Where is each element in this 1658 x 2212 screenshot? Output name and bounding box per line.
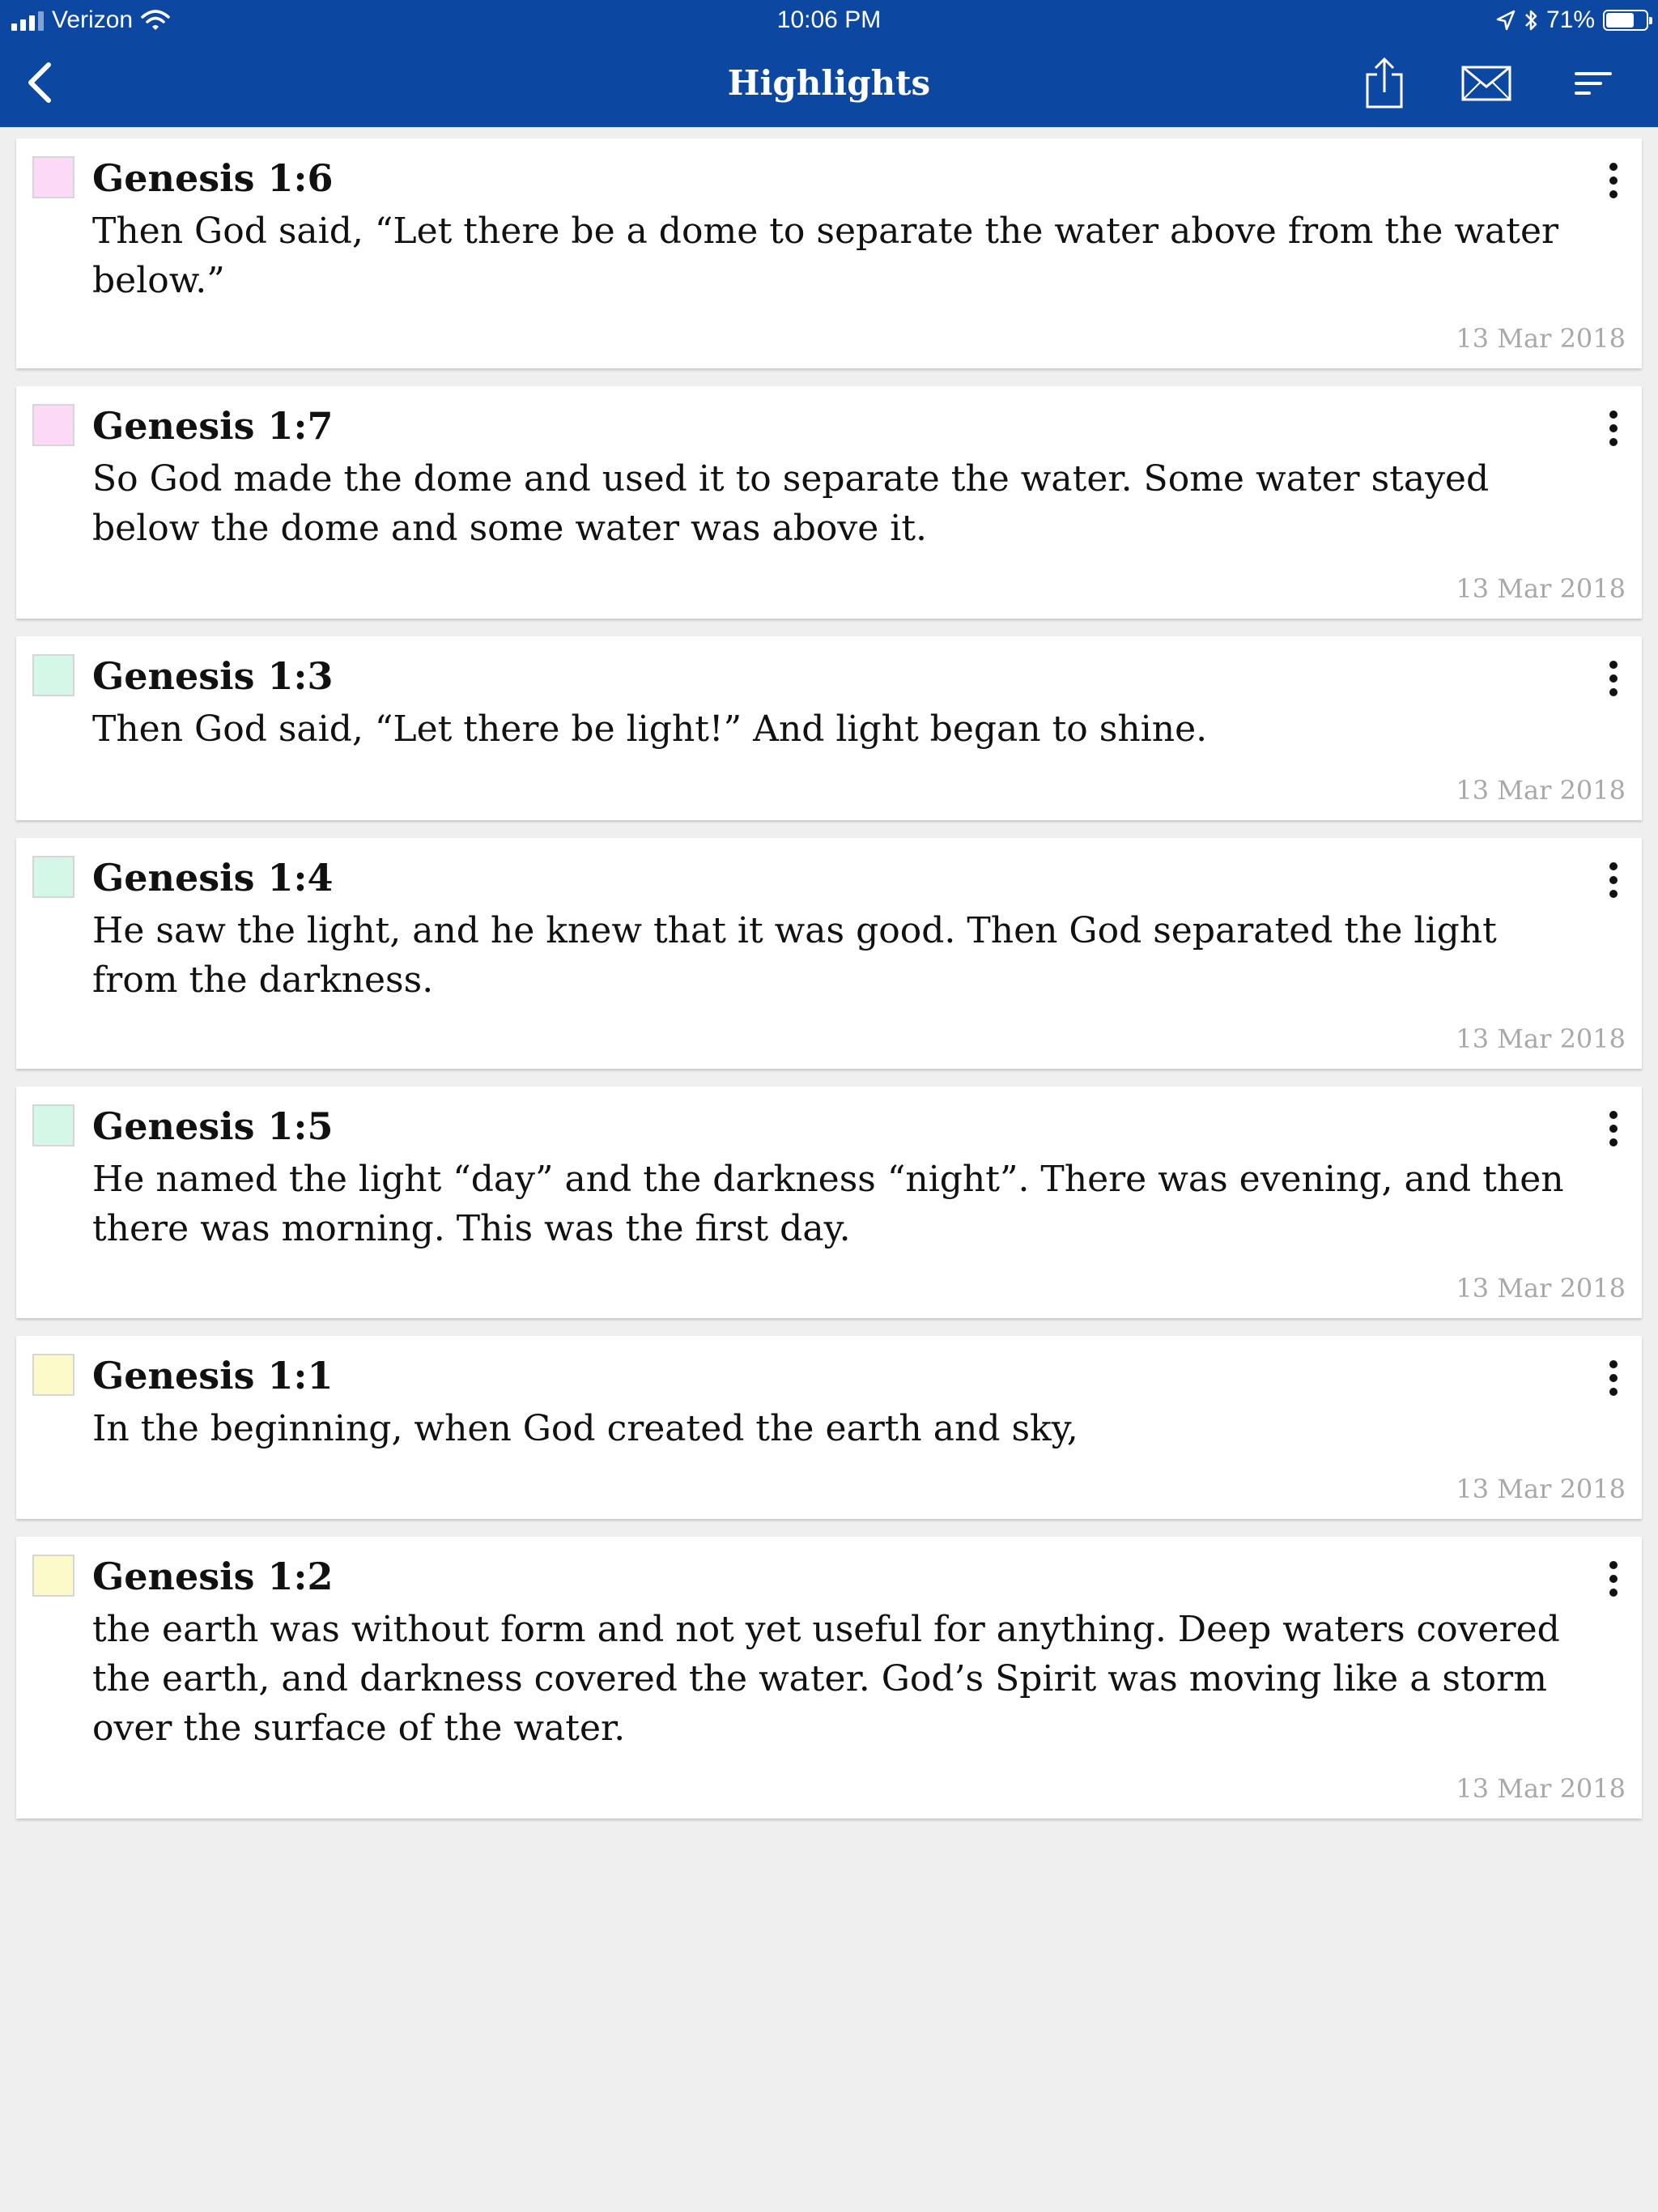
more-options-icon[interactable] <box>1601 160 1626 202</box>
location-icon <box>1496 10 1516 31</box>
highlight-card[interactable]: Genesis 1:1 In the beginning, when God cr… <box>16 1336 1642 1519</box>
highlight-color-swatch[interactable] <box>32 1354 74 1396</box>
highlight-card[interactable]: Genesis 1:6 Then God said, “Let there be … <box>16 138 1642 368</box>
highlights-list: Genesis 1:6 Then God said, “Let there be … <box>16 138 1642 1836</box>
mail-button[interactable] <box>1454 55 1519 112</box>
top-bar: Verizon 10:06 PM 71% Highlights <box>0 0 1658 127</box>
battery-icon <box>1603 10 1652 31</box>
highlight-date: 13 Mar 2018 <box>1456 573 1626 604</box>
more-options-icon[interactable] <box>1601 1357 1626 1399</box>
chevron-left-icon <box>28 62 51 103</box>
more-options-icon[interactable] <box>1601 1108 1626 1150</box>
highlight-date: 13 Mar 2018 <box>1456 1273 1626 1304</box>
highlight-card[interactable]: Genesis 1:4 He saw the light, and he knew… <box>16 838 1642 1069</box>
battery-fill <box>1606 13 1635 28</box>
highlight-color-swatch[interactable] <box>32 1104 74 1146</box>
share-icon <box>1366 57 1403 108</box>
highlight-date: 13 Mar 2018 <box>1456 1474 1626 1504</box>
verse-reference: Genesis 1:2 <box>92 1555 334 1598</box>
share-button[interactable] <box>1352 55 1417 112</box>
verse-reference: Genesis 1:1 <box>92 1354 334 1397</box>
highlight-date: 13 Mar 2018 <box>1456 1773 1626 1804</box>
navigation-bar: Highlights <box>0 40 1658 127</box>
verse-reference: Genesis 1:7 <box>92 404 334 448</box>
status-right: 71% <box>1496 6 1652 34</box>
highlight-color-swatch[interactable] <box>32 654 74 696</box>
verse-text: He named the light “day” and the darknes… <box>92 1159 1564 1249</box>
sort-icon <box>1575 72 1612 95</box>
more-options-icon[interactable] <box>1601 657 1626 700</box>
highlight-date: 13 Mar 2018 <box>1456 323 1626 354</box>
highlight-date: 13 Mar 2018 <box>1456 775 1626 806</box>
verse-reference: Genesis 1:4 <box>92 856 334 900</box>
verse-reference: Genesis 1:3 <box>92 654 334 698</box>
verse-text: So God made the dome and used it to sepa… <box>92 458 1490 549</box>
verse-text: Then God said, “Let there be light!” And… <box>92 708 1208 750</box>
verse-text: the earth was without form and not yet u… <box>92 1609 1560 1749</box>
highlight-color-swatch[interactable] <box>32 1555 74 1597</box>
highlight-card[interactable]: Genesis 1:7 So God made the dome and used… <box>16 386 1642 619</box>
bluetooth-icon <box>1525 10 1537 31</box>
clock: 10:06 PM <box>776 6 882 33</box>
verse-text: Then God said, “Let there be a dome to s… <box>92 211 1559 301</box>
more-options-icon[interactable] <box>1601 407 1626 449</box>
status-bar: Verizon 10:06 PM 71% <box>0 0 1658 40</box>
verse-text: In the beginning, when God created the e… <box>92 1408 1078 1449</box>
highlight-card[interactable]: Genesis 1:5 He named the light “day” and … <box>16 1087 1642 1318</box>
verse-reference: Genesis 1:5 <box>92 1104 334 1148</box>
battery-label: 71% <box>1545 6 1595 33</box>
more-options-icon[interactable] <box>1601 1558 1626 1600</box>
highlight-date: 13 Mar 2018 <box>1456 1023 1626 1054</box>
more-options-icon[interactable] <box>1601 859 1626 901</box>
verse-reference: Genesis 1:6 <box>92 156 334 200</box>
highlight-color-swatch[interactable] <box>32 404 74 446</box>
verse-text: He saw the light, and he knew that it wa… <box>92 910 1497 1001</box>
highlight-card[interactable]: Genesis 1:3 Then God said, “Let there be … <box>16 636 1642 820</box>
back-button[interactable] <box>19 58 60 107</box>
highlight-color-swatch[interactable] <box>32 856 74 898</box>
sort-button[interactable] <box>1561 55 1626 112</box>
highlight-card[interactable]: Genesis 1:2 the earth was without form an… <box>16 1537 1642 1819</box>
mail-icon <box>1461 66 1511 101</box>
highlight-color-swatch[interactable] <box>32 156 74 198</box>
